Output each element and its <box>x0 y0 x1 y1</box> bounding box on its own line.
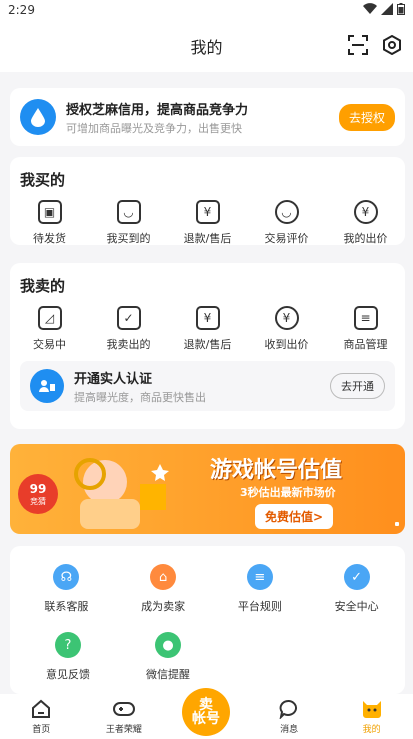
service-platform-rules[interactable]: ≡ 平台规则 <box>212 546 309 614</box>
services-section: ☊ 联系客服 ⌂ 成为卖家 ≡ 平台规则 ✓ 安全中心 ? 意见反馈 ● 微信提… <box>10 546 405 694</box>
signal-icon <box>381 2 393 18</box>
service-security-center[interactable]: ✓ 安全中心 <box>308 546 405 614</box>
svc-label: 联系客服 <box>44 600 89 613</box>
wifi-icon <box>363 2 377 18</box>
verify-subtitle: 提高曝光度，商品更快售出 <box>74 390 206 404</box>
tab-home[interactable]: 首页 <box>6 698 76 735</box>
tab-profile[interactable]: 我的 <box>337 698 407 735</box>
profile-icon <box>361 698 383 720</box>
zhima-title: 授权芝麻信用，提高商品竞争力 <box>66 102 249 118</box>
header-actions <box>347 34 403 56</box>
svc-label: 平台规则 <box>237 600 282 613</box>
zhima-subtitle: 可增加商品曝光及竞争力，出售更快 <box>66 121 242 135</box>
settings-icon[interactable] <box>381 34 403 56</box>
tab-label: 消息 <box>280 725 299 735</box>
zhima-icon <box>20 99 56 135</box>
grid-label: 交易评价 <box>264 232 309 245</box>
bid-icon: ¥ <box>274 306 299 330</box>
sell-account-button[interactable]: 卖 帐号 <box>182 688 230 736</box>
sell-item-product-management[interactable]: ≡ 商品管理 <box>328 306 404 352</box>
refund-icon: ¥ <box>195 306 220 330</box>
manage-icon: ≡ <box>353 306 378 330</box>
verify-title: 开通实人认证 <box>74 371 153 387</box>
buy-item-refund[interactable]: ¥ 退款/售后 <box>170 200 246 246</box>
sell-section: 我卖的 ◿ 交易中 ✓ 我卖出的 ¥ 退款/售后 ¥ 收到出价 ≡ 商品管理 开… <box>10 263 405 429</box>
status-icons <box>363 2 405 18</box>
tab-honor-of-kings[interactable]: 王者荣耀 <box>89 698 159 735</box>
service-contact-support[interactable]: ☊ 联系客服 <box>18 546 115 614</box>
free-valuation-button[interactable]: 免费估值> <box>255 504 334 529</box>
sell-section-title: 我卖的 <box>20 277 66 295</box>
headset-icon: ☊ <box>53 564 80 590</box>
svc-label: 微信提醒 <box>146 668 190 681</box>
tab-label: 王者荣耀 <box>105 725 142 735</box>
bid-icon: ¥ <box>353 200 378 224</box>
feedback-icon: ? <box>55 632 81 658</box>
comment-icon: ◡ <box>274 200 299 224</box>
banner-illustration: 99 竞猜 <box>10 444 190 534</box>
grid-label: 退款/售后 <box>183 338 232 351</box>
grid-label: 我的出价 <box>343 232 388 245</box>
banner-subtitle: 3秒估出最新市场价 <box>240 486 336 499</box>
buy-item-bought[interactable]: ◡ 我买到的 <box>91 200 167 246</box>
sell-item-trading[interactable]: ◿ 交易中 <box>12 306 88 352</box>
store-icon: ⌂ <box>150 564 177 590</box>
status-bar: 2:29 <box>0 0 413 20</box>
tab-messages[interactable]: 消息 <box>254 698 324 735</box>
mascot-illustration <box>74 458 169 529</box>
svc-label: 意见反馈 <box>46 668 90 681</box>
grid-label: 退款/售后 <box>183 232 232 245</box>
trade-icon: ◿ <box>37 306 62 330</box>
service-feedback[interactable]: ? 意见反馈 <box>18 614 118 682</box>
sell-item-received-bids[interactable]: ¥ 收到出价 <box>249 306 325 352</box>
message-icon <box>278 698 300 720</box>
tab-label: 我的 <box>362 725 381 735</box>
sell-item-refund[interactable]: ¥ 退款/售后 <box>170 306 246 352</box>
grid-label: 商品管理 <box>343 338 388 351</box>
grid-label: 交易中 <box>33 338 66 351</box>
authorize-button[interactable]: 去授权 <box>338 103 395 131</box>
sell-item-sold[interactable]: ✓ 我卖出的 <box>91 306 167 352</box>
home-icon <box>30 698 52 720</box>
battery-icon <box>397 2 405 18</box>
svc-label: 成为卖家 <box>141 600 186 613</box>
page-title: 我的 <box>190 38 223 57</box>
service-wechat-reminder[interactable]: ● 微信提醒 <box>118 614 218 682</box>
refund-icon: ¥ <box>195 200 220 224</box>
buy-item-review[interactable]: ◡ 交易评价 <box>249 200 325 246</box>
wechat-icon: ● <box>155 632 181 658</box>
tab-label: 首页 <box>32 725 51 735</box>
grid-label: 我卖出的 <box>106 338 151 351</box>
carousel-indicator <box>395 522 399 526</box>
header: 我的 <box>0 20 413 72</box>
svc-label: 安全中心 <box>334 600 379 613</box>
grid-label: 收到出价 <box>264 338 309 351</box>
buy-item-my-bids[interactable]: ¥ 我的出价 <box>328 200 404 246</box>
zhima-credit-card[interactable]: 授权芝麻信用，提高商品竞争力 可增加商品曝光及竞争力，出售更快 去授权 <box>10 88 405 146</box>
buy-section-title: 我买的 <box>20 171 66 189</box>
grid-label: 我买到的 <box>106 232 151 245</box>
sold-icon: ✓ <box>116 306 141 330</box>
sell-button-label: 卖 帐号 <box>192 697 220 727</box>
service-become-seller[interactable]: ⌂ 成为卖家 <box>115 546 212 614</box>
banner-title: 游戏帐号估值 <box>210 458 343 483</box>
status-time: 2:29 <box>8 3 35 17</box>
rules-icon: ≡ <box>246 564 273 590</box>
id-card-icon <box>30 369 64 403</box>
buy-section: 我买的 ▣ 待发货 ◡ 我买到的 ¥ 退款/售后 ◡ 交易评价 ¥ 我的出价 <box>10 157 405 245</box>
open-verify-button[interactable]: 去开通 <box>330 373 385 399</box>
box-icon: ▣ <box>37 200 62 224</box>
buy-item-pending-shipment[interactable]: ▣ 待发货 <box>12 200 88 246</box>
account-valuation-banner[interactable]: 99 竞猜 游戏帐号估值 3秒估出最新市场价 免费估值> <box>10 444 405 534</box>
bag-icon: ◡ <box>116 200 141 224</box>
grid-label: 待发货 <box>33 232 66 245</box>
gamepad-icon <box>112 698 135 720</box>
real-name-verify[interactable]: 开通实人认证 提高曝光度，商品更快售出 去开通 <box>20 361 395 411</box>
scan-icon[interactable] <box>347 34 369 56</box>
shield-icon: ✓ <box>343 564 370 590</box>
